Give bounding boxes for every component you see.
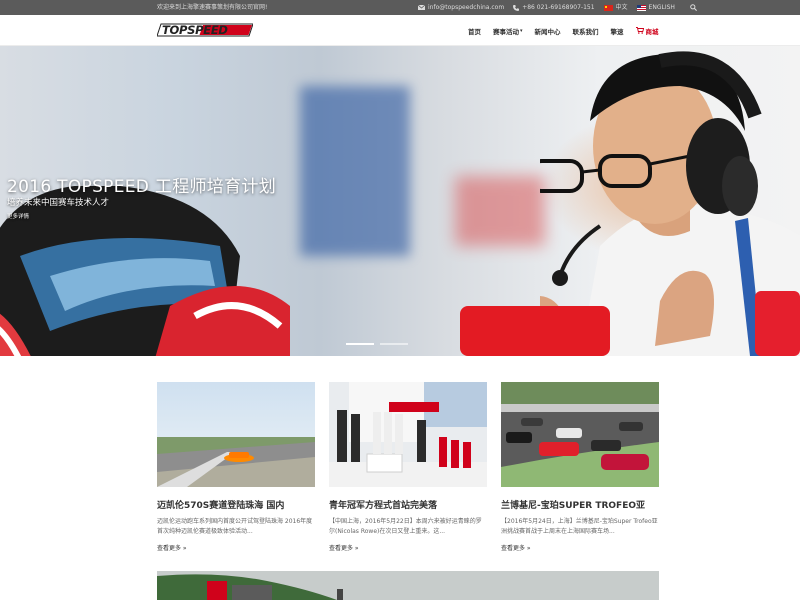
nav-label: 首页 — [468, 27, 481, 36]
chevron-down-icon: ▾ — [520, 27, 523, 34]
news-card[interactable]: 迈凯伦570S赛道登陆珠海 国内 迈凯伦运动跑车系列国内首度公开试驾登陆珠海 2… — [157, 382, 315, 552]
topspeed-logo[interactable]: TOPSPEED — [157, 22, 253, 38]
news-more-link[interactable]: 查看更多 » — [329, 543, 487, 552]
phone-icon — [513, 4, 520, 11]
news-title[interactable]: 迈凯伦570S赛道登陆珠海 国内 — [157, 498, 315, 511]
news-excerpt: 迈凯伦运动跑车系列国内首度公开试驾登陆珠海 2016年度首次纯种迈凯伦赛道极致体… — [157, 518, 313, 535]
hero-more-link[interactable]: 更多详情 — [7, 212, 29, 220]
svg-text:TOPSPEED: TOPSPEED — [162, 23, 228, 37]
hero-title: 2016 TOPSPEED 工程师培育计划 — [7, 177, 277, 197]
lang-en-label: ENGLISH — [648, 4, 675, 11]
news-more-link[interactable]: 查看更多 » — [157, 543, 315, 552]
background-blur — [455, 176, 545, 246]
phone-info: +86 021-69168907-151 — [513, 0, 595, 15]
news-thumbnail[interactable] — [501, 382, 659, 487]
nav-label: 商城 — [645, 27, 659, 36]
news-excerpt: 【中国上海，2016年5月22日】本周六来被好运青睐的罗尔(Nicolas Ro… — [329, 518, 482, 535]
contact-info: info@topspeedchina.com +86 021-69168907-… — [418, 0, 709, 15]
slider-dot[interactable] — [346, 343, 374, 345]
lang-cn-label: 中文 — [615, 4, 628, 11]
nav-item-contact[interactable]: 联系我们 — [573, 26, 599, 36]
nav-label: 擎速 — [610, 27, 624, 36]
china-flag-icon — [603, 4, 613, 11]
nav-label: 新闻中心 — [534, 27, 561, 36]
featured-banner-image[interactable] — [157, 571, 659, 600]
welcome-text: 欢迎来到上海擎速赛事策划有限公司官网! — [157, 4, 268, 11]
slider-dot[interactable] — [380, 343, 408, 345]
main-nav: 首页 赛事活动 ▾ 新闻中心 联系我们 擎速 商城 — [462, 15, 665, 46]
news-card[interactable]: 青年冠军方程式首站完美落 【中国上海，2016年5月22日】本周六来被好运青睐的… — [329, 382, 487, 552]
nav-item-about[interactable]: 擎速 — [611, 26, 624, 36]
news-card[interactable]: 兰博基尼-宝珀SUPER TROFEO亚 【2016年5月24日，上海】兰博基尼… — [501, 382, 659, 552]
hero-slider[interactable]: 2016 TOPSPEED 工程师培育计划 培养未来中国赛车技术人才 更多详情 — [0, 46, 800, 356]
news-list: 迈凯伦570S赛道登陆珠海 国内 迈凯伦运动跑车系列国内首度公开试驾登陆珠海 2… — [157, 382, 659, 552]
mail-icon — [418, 5, 425, 10]
news-thumbnail[interactable] — [329, 382, 487, 487]
nav-label: 赛事活动 — [493, 27, 519, 36]
phone-text: +86 021-69168907-151 — [522, 4, 595, 11]
cart-icon — [635, 27, 644, 34]
news-more-link[interactable]: 查看更多 » — [501, 543, 659, 552]
background-blur — [300, 86, 410, 256]
hero-subtitle: 培养未来中国赛车技术人才 — [7, 198, 110, 208]
nav-item-home[interactable]: 首页 — [468, 26, 481, 36]
news-thumbnail[interactable] — [157, 382, 315, 487]
nav-item-news[interactable]: 新闻中心 — [535, 26, 561, 36]
red-prop — [460, 306, 610, 356]
nav-label: 联系我们 — [572, 27, 599, 36]
email-link[interactable]: info@topspeedchina.com — [418, 0, 504, 15]
us-flag-icon — [636, 4, 646, 11]
lang-en-link[interactable]: ENGLISH — [636, 0, 675, 15]
driver-helmet-photo — [0, 186, 290, 356]
news-title[interactable]: 兰博基尼-宝珀SUPER TROFEO亚 — [501, 498, 659, 511]
lang-cn-link[interactable]: 中文 — [603, 0, 628, 15]
nav-item-events[interactable]: 赛事活动 ▾ — [493, 26, 523, 36]
racetrack-photo — [157, 571, 659, 600]
search-icon — [690, 4, 697, 11]
nav-item-shop[interactable]: 商城 — [635, 26, 659, 36]
email-text: info@topspeedchina.com — [428, 4, 505, 11]
site-header: TOPSPEED 首页 赛事活动 ▾ 新闻中心 联系我们 擎速 商城 — [0, 15, 800, 46]
search-button[interactable] — [690, 4, 700, 11]
top-info-bar: 欢迎来到上海擎速赛事策划有限公司官网! info@topspeedchina.c… — [0, 0, 800, 15]
slider-indicators — [346, 343, 414, 345]
news-excerpt: 【2016年5月24日，上海】兰博基尼-宝珀Super Trofeo亚洲挑战赛首… — [501, 518, 658, 535]
news-title[interactable]: 青年冠军方程式首站完美落 — [329, 498, 487, 511]
